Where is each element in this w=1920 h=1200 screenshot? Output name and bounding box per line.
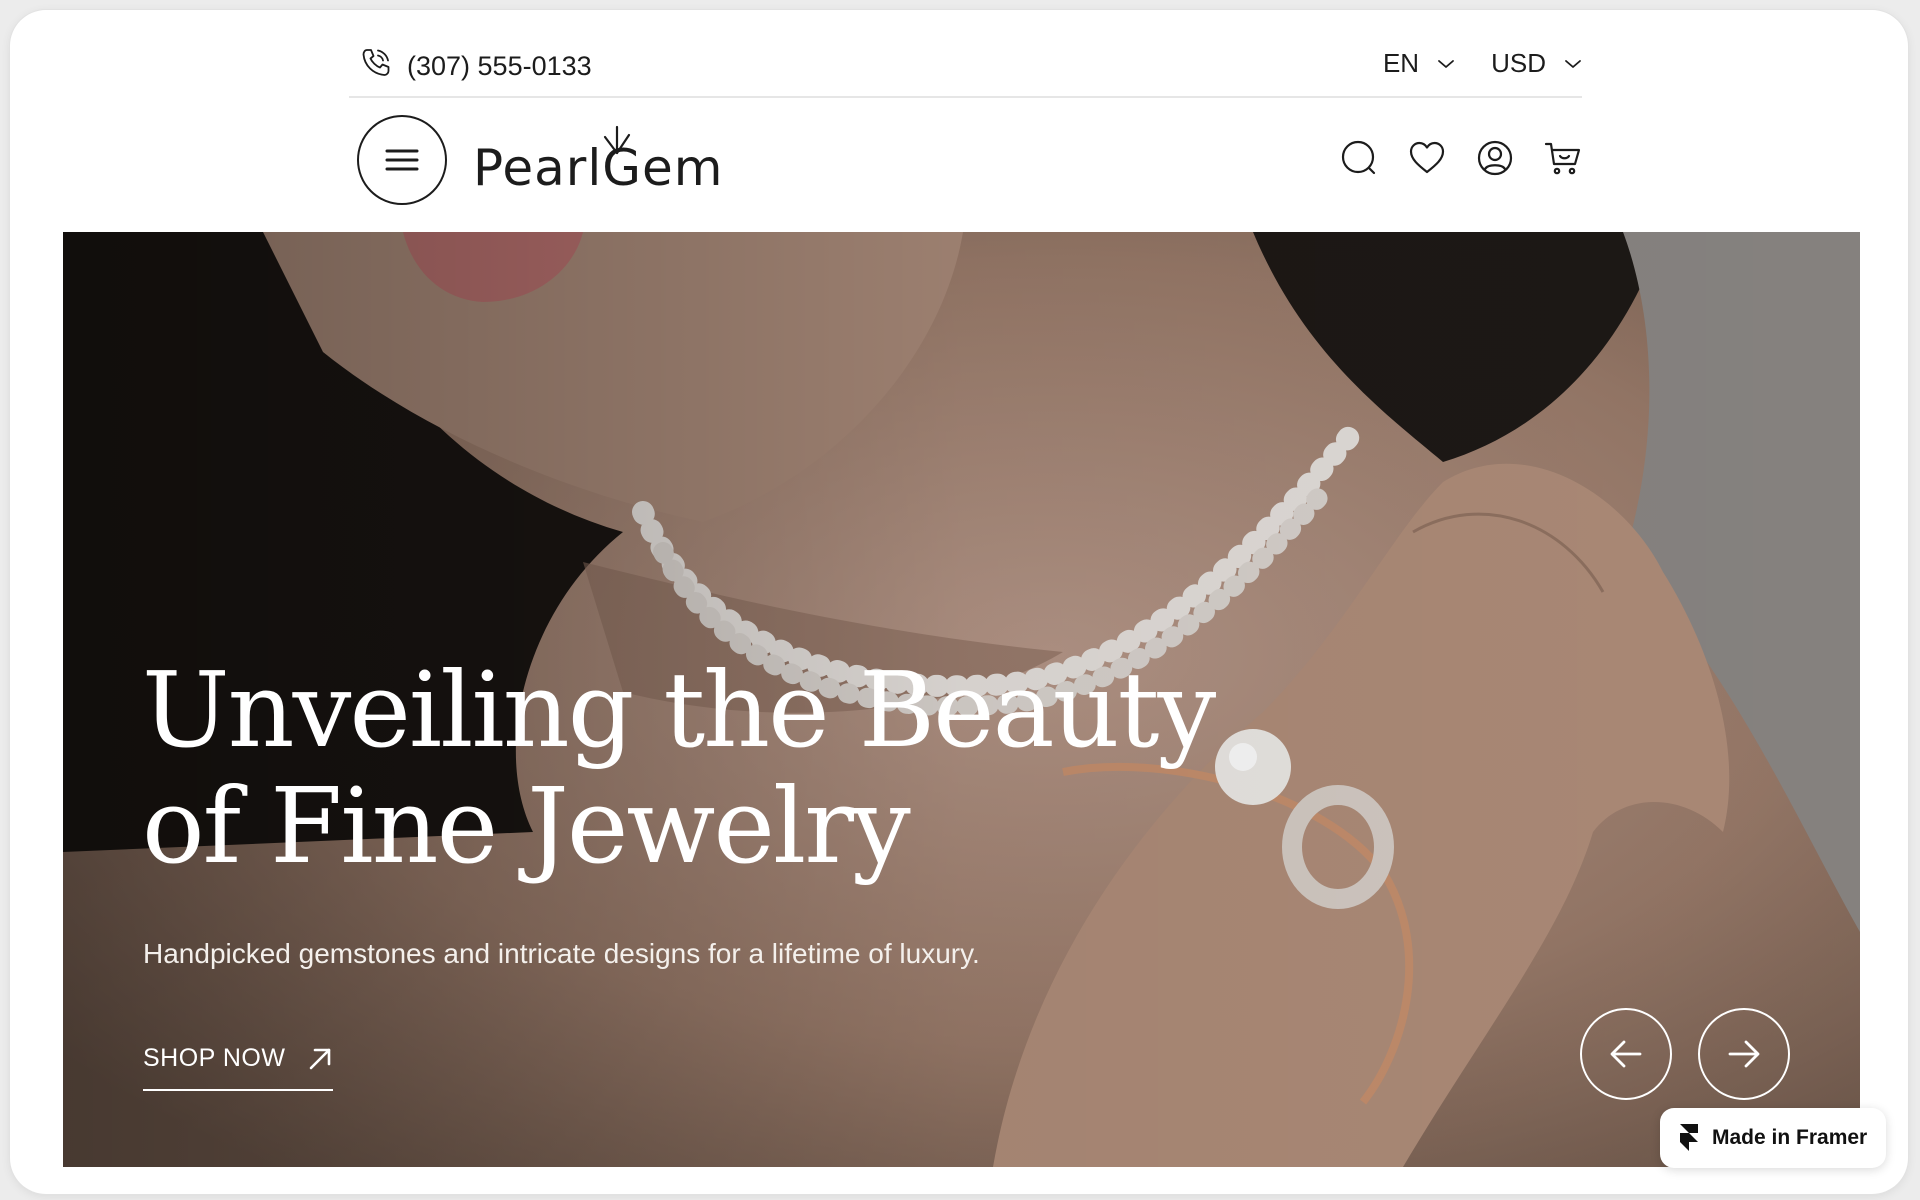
hero-subtitle: Handpicked gemstones and intricate desig… xyxy=(143,938,980,969)
account-button[interactable] xyxy=(1476,139,1514,177)
badge-label: Made in Framer xyxy=(1712,1126,1868,1149)
language-selector[interactable]: EN xyxy=(1383,48,1455,79)
cart-icon xyxy=(1544,142,1581,175)
search-button[interactable] xyxy=(1340,139,1378,177)
shop-now-label: SHOP NOW xyxy=(143,1044,286,1072)
carousel-prev-button[interactable] xyxy=(1580,1008,1672,1100)
language-value: EN xyxy=(1382,48,1420,78)
brand-logo[interactable]: PearlGem xyxy=(473,125,743,197)
arrow-left-icon xyxy=(1610,1040,1642,1068)
main-navigation: PearlGem xyxy=(349,115,1582,207)
chevron-down-icon xyxy=(1438,59,1454,68)
nav-icon-group xyxy=(1340,139,1582,177)
wishlist-button[interactable] xyxy=(1408,139,1446,177)
currency-value: USD xyxy=(1491,48,1546,78)
made-in-framer-badge[interactable]: Made in Framer xyxy=(1660,1108,1886,1168)
menu-button[interactable] xyxy=(357,115,447,205)
hero-title: Unveiling the Beauty of Fine Jewelry xyxy=(142,649,1216,887)
hero-title-line-2: of Fine Jewelry xyxy=(142,765,911,887)
phone-contact[interactable]: (307) 555-0133 xyxy=(359,46,592,87)
hero-banner: Unveiling the Beauty of Fine Jewelry Han… xyxy=(63,232,1860,1167)
logo-text: PearlGem xyxy=(473,139,723,197)
carousel-next-button[interactable] xyxy=(1698,1008,1790,1100)
top-utility-bar: (307) 555-0133 EN USD xyxy=(349,32,1582,98)
cart-button[interactable] xyxy=(1544,139,1582,177)
shop-now-link[interactable]: SHOP NOW xyxy=(143,1044,334,1091)
user-icon xyxy=(1477,140,1513,176)
heart-icon xyxy=(1409,141,1445,174)
currency-selector[interactable]: USD xyxy=(1491,48,1582,79)
phone-number: (307) 555-0133 xyxy=(407,51,592,81)
hero-title-line-1: Unveiling the Beauty xyxy=(142,649,1216,771)
framer-logo-icon xyxy=(1680,1124,1698,1151)
arrow-right-icon xyxy=(1728,1040,1760,1068)
search-icon xyxy=(1341,140,1376,175)
locale-selectors: EN USD xyxy=(1383,48,1582,79)
phone-icon xyxy=(359,46,393,87)
hamburger-menu-icon xyxy=(385,149,419,171)
chevron-down-icon xyxy=(1565,59,1581,68)
page-frame: (307) 555-0133 EN USD PearlGem Unveiling… xyxy=(10,10,1908,1194)
arrow-up-right-icon xyxy=(310,1048,331,1069)
